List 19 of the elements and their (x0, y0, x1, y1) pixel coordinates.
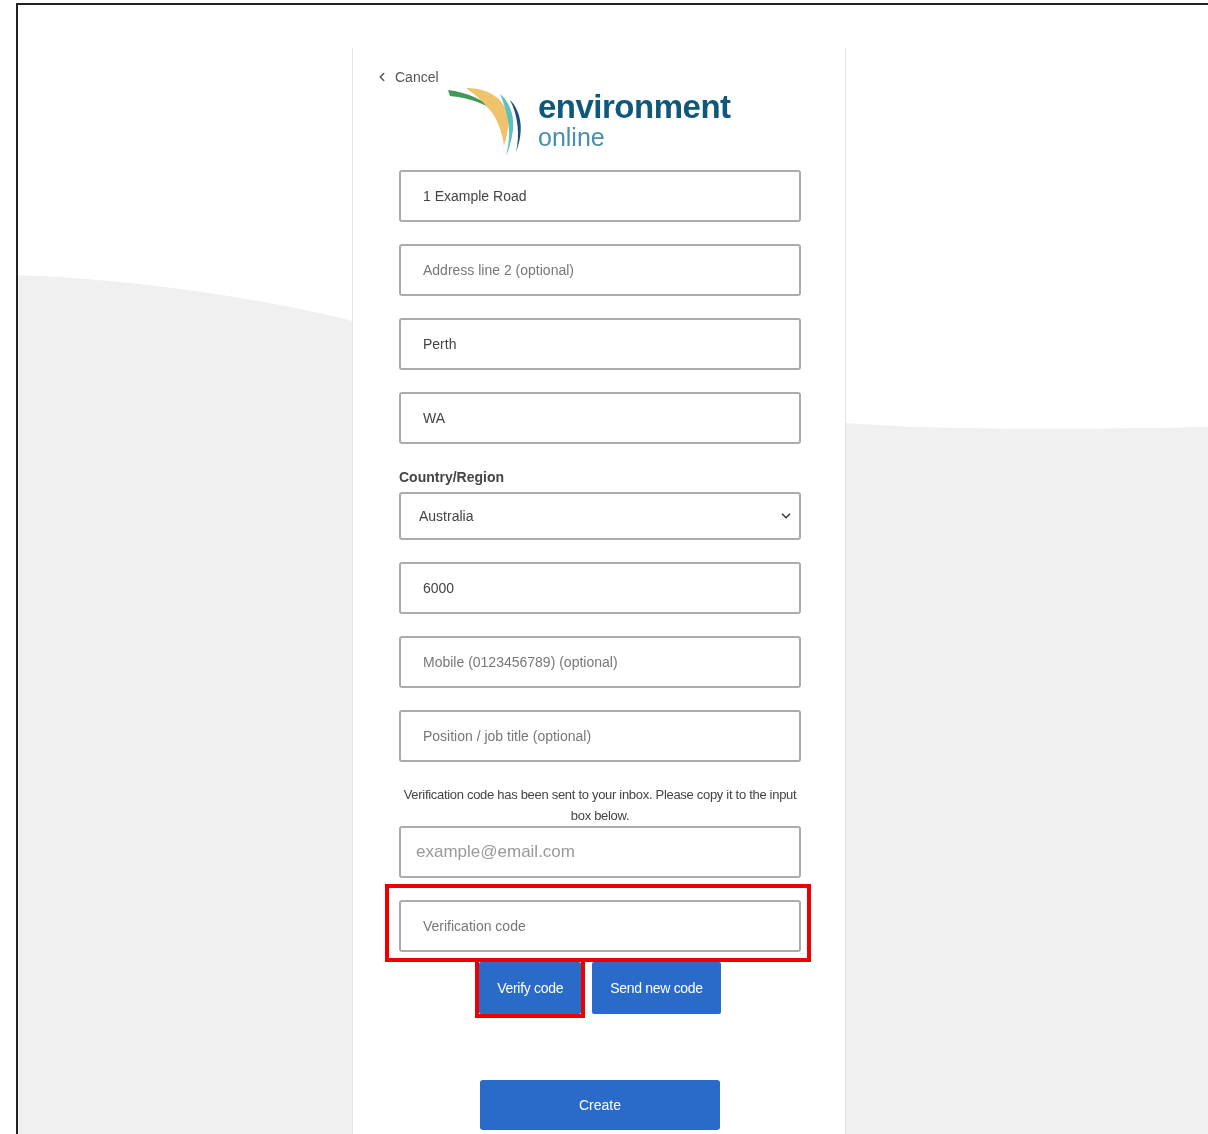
action-button[interactable]: Verify code (479, 962, 582, 1014)
logo-title: environment (538, 90, 731, 124)
create-button[interactable]: Create (480, 1080, 720, 1130)
text-field[interactable]: Perth (399, 318, 801, 370)
text-field[interactable]: 6000 (399, 562, 801, 614)
text-field[interactable]: Mobile (0123456789) (optional) (399, 636, 801, 688)
cancel-link[interactable]: Cancel (375, 68, 439, 86)
country-select[interactable]: Australia (399, 492, 801, 540)
text-field[interactable]: Address line 2 (optional) (399, 244, 801, 296)
text-field[interactable]: 1 Example Road (399, 170, 801, 222)
field-label: Country/Region (399, 468, 505, 486)
logo-subtitle: online (538, 124, 606, 150)
email-field[interactable]: example@email.com (399, 826, 801, 878)
logo-swoosh-icon (446, 86, 524, 156)
text-field[interactable]: Position / job title (optional) (399, 710, 801, 762)
verification-code-field[interactable]: Verification code (399, 900, 801, 952)
action-button[interactable]: Send new code (592, 962, 721, 1014)
text-field[interactable]: WA (399, 392, 801, 444)
verification-note: Verification code has been sent to your inbox. Please copy it to the input box below. (402, 786, 798, 825)
